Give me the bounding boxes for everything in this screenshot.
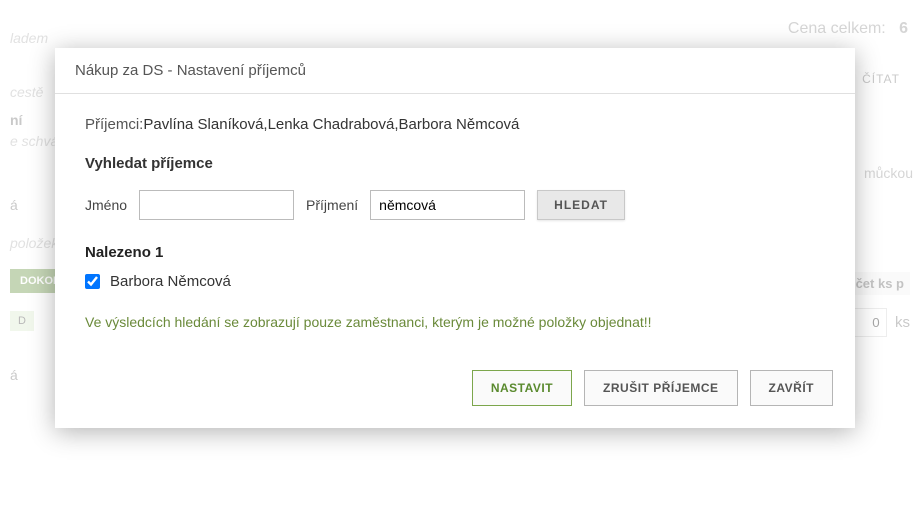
- recipients-line: Příjemci:Pavlína Slaníková,Lenka Chadrab…: [85, 116, 825, 133]
- cancel-recipients-button[interactable]: ZRUŠIT PŘÍJEMCE: [584, 370, 738, 406]
- result-name: Barbora Němcová: [110, 273, 231, 290]
- search-row: Jméno Příjmení HLEDAT: [85, 190, 825, 220]
- search-button[interactable]: HLEDAT: [537, 190, 625, 220]
- result-checkbox[interactable]: [85, 274, 100, 289]
- modal-footer: NASTAVIT ZRUŠIT PŘÍJEMCE ZAVŘÍT: [55, 352, 855, 428]
- results-info-text: Ve výsledcích hledání se zobrazují pouze…: [85, 314, 825, 330]
- modal-body: Příjemci:Pavlína Slaníková,Lenka Chadrab…: [55, 94, 855, 352]
- set-button[interactable]: NASTAVIT: [472, 370, 572, 406]
- firstname-label: Jméno: [85, 197, 127, 213]
- search-section-title: Vyhledat příjemce: [85, 155, 825, 172]
- lastname-input[interactable]: [370, 190, 525, 220]
- recipients-modal: Nákup za DS - Nastavení příjemců Příjemc…: [55, 48, 855, 428]
- results-count: Nalezeno 1: [85, 244, 825, 261]
- lastname-label: Příjmení: [306, 197, 358, 213]
- modal-title: Nákup za DS - Nastavení příjemců: [55, 48, 855, 94]
- close-button[interactable]: ZAVŘÍT: [750, 370, 833, 406]
- result-row: Barbora Němcová: [85, 273, 825, 290]
- firstname-input[interactable]: [139, 190, 294, 220]
- recipients-label: Příjemci:: [85, 116, 143, 133]
- recipients-value: Pavlína Slaníková,Lenka Chadrabová,Barbo…: [143, 116, 519, 133]
